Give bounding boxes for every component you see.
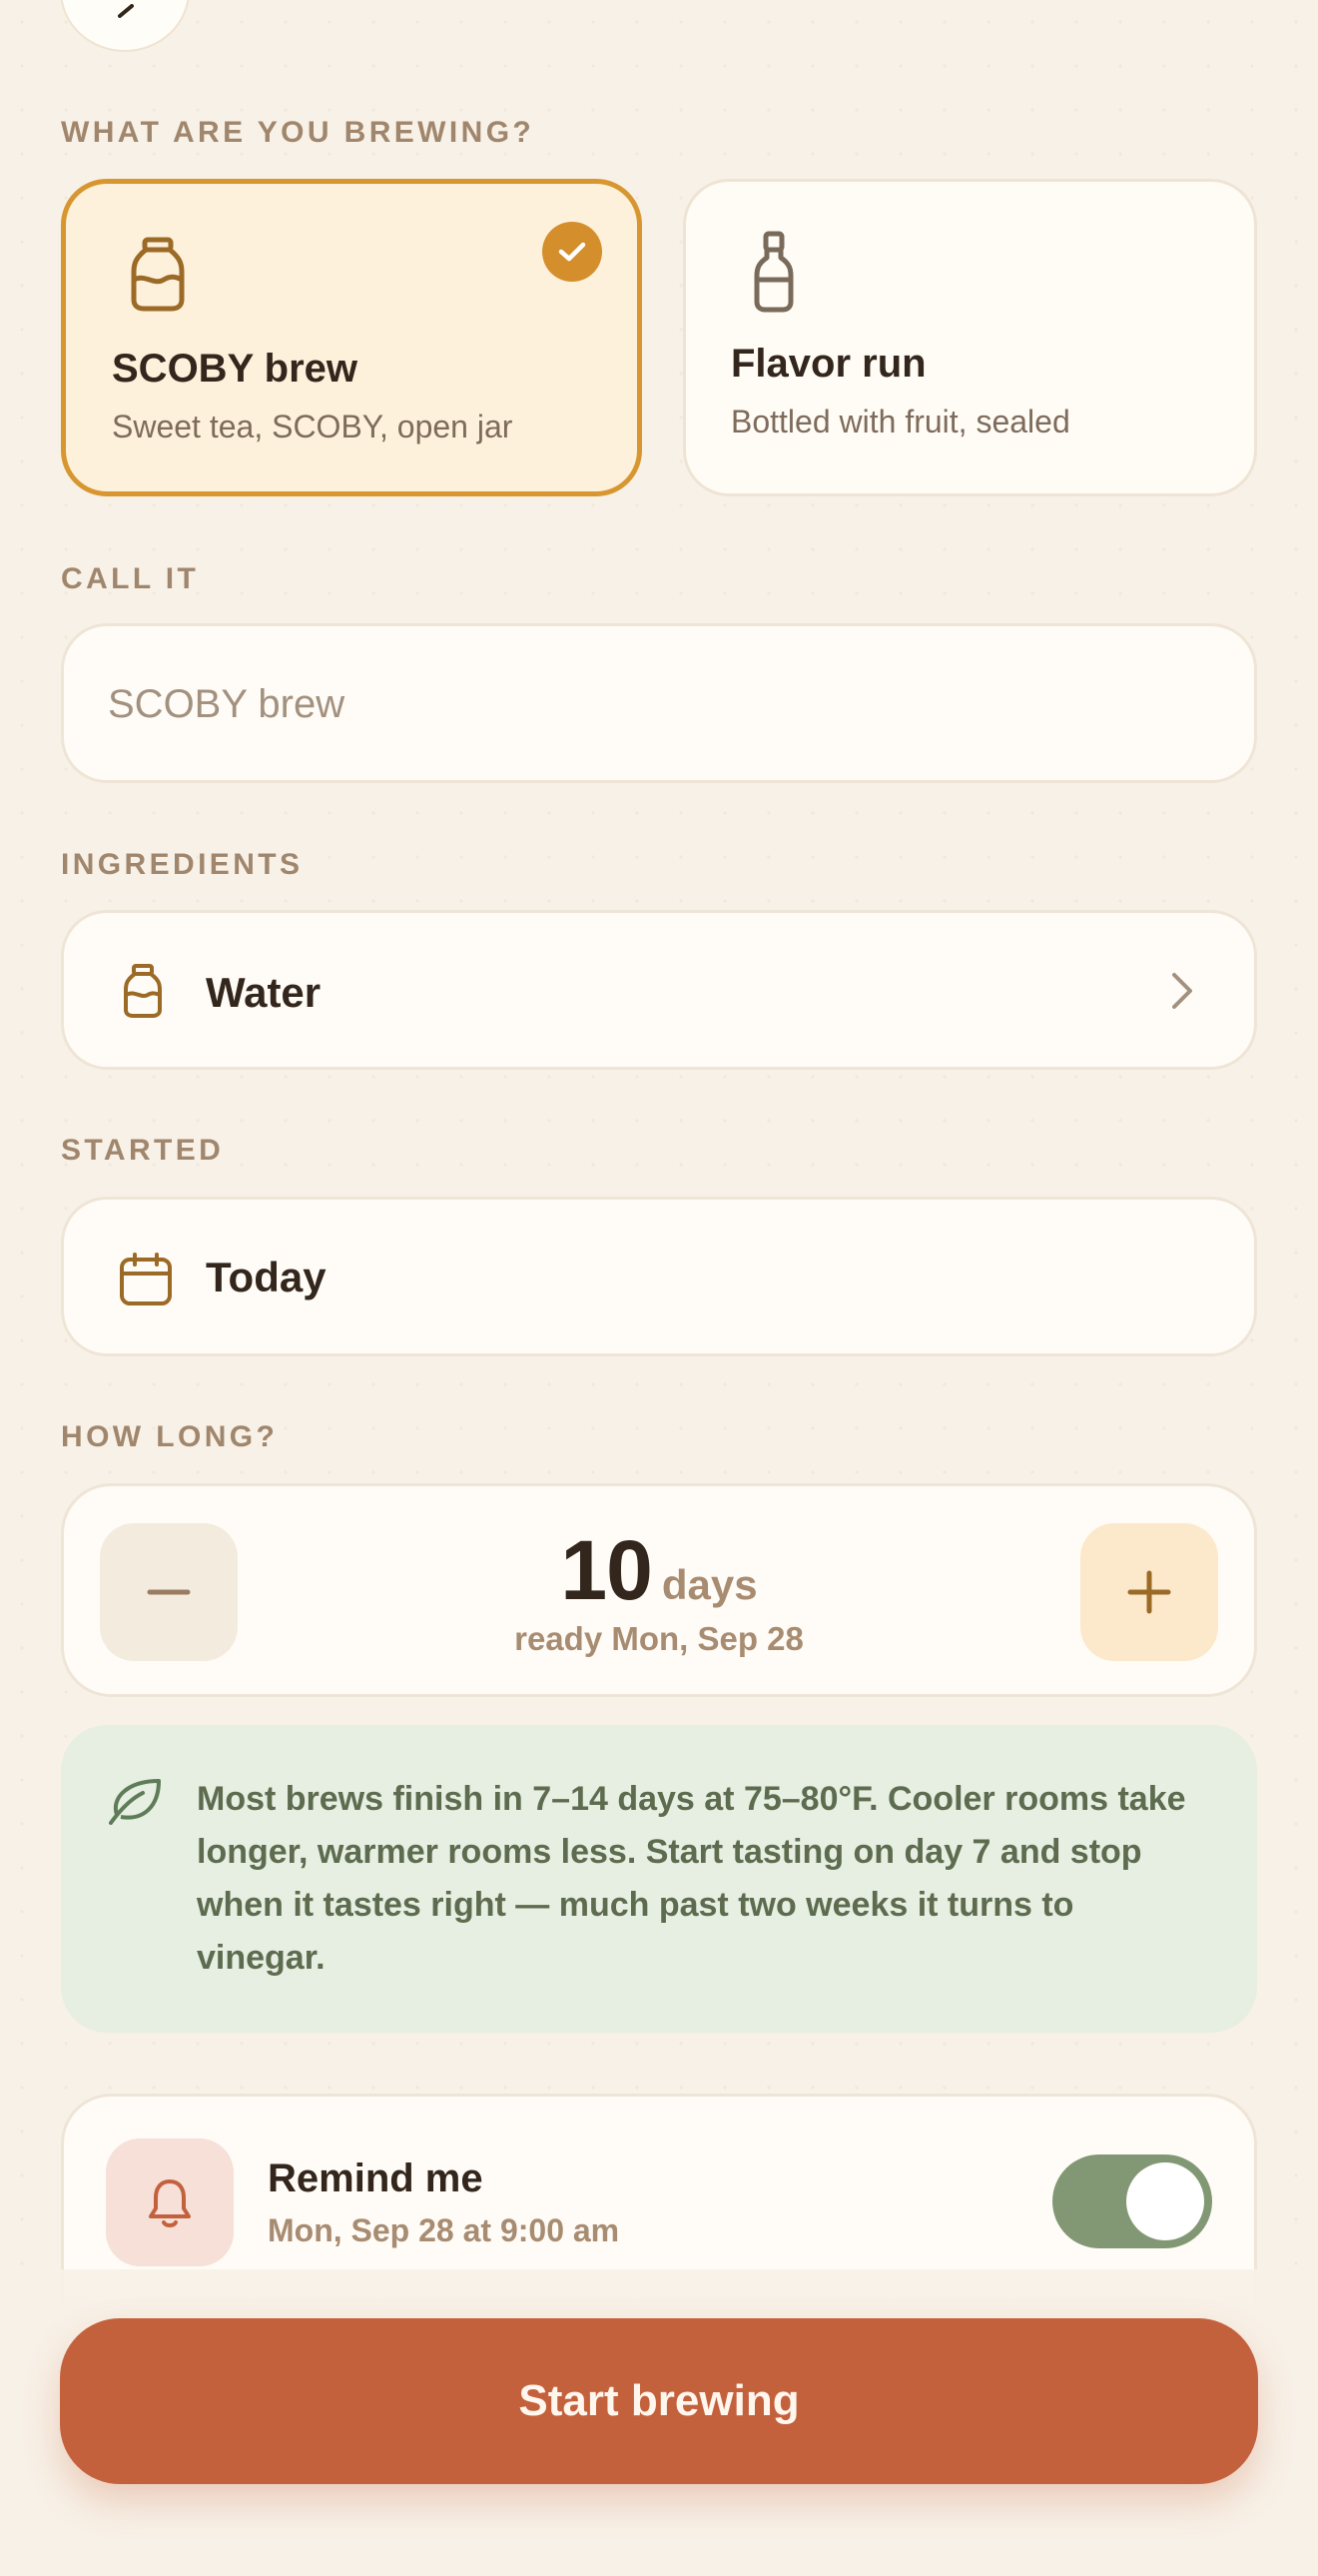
calendar-icon [118,1252,174,1312]
increase-days-button[interactable] [1080,1523,1218,1661]
started-label: STARTED [61,1134,225,1167]
duration-number: 10 [560,1523,652,1617]
start-brewing-button[interactable]: Start brewing [60,2318,1258,2484]
ingredients-value: Water [206,969,322,1016]
duration-label: HOW LONG? [61,1420,279,1453]
jar-icon [128,236,188,317]
reminder-title: Remind me [268,2156,483,2200]
new-brew-screen: WHAT ARE YOU BREWING? SCOBY brew Sweet t… [0,0,1318,2576]
leaf-icon [107,1775,163,1830]
ingredients-row[interactable]: Water [61,910,1257,1070]
tip-text: Most brews finish in 7–14 days at 75–80°… [197,1780,1186,1977]
brew-name-placeholder: SCOBY brew [108,682,345,726]
brew-type-label: WHAT ARE YOU BREWING? [61,116,535,149]
reminder-toggle[interactable] [1052,2154,1212,2248]
ingredients-label: INGREDIENTS [61,848,304,881]
duration-stepper: 10 days ready Mon, Sep 28 [61,1483,1257,1697]
brew-type-card-scoby[interactable]: SCOBY brew Sweet tea, SCOBY, open jar [61,179,642,496]
ready-date: ready Mon, Sep 28 [514,1620,804,1657]
brew-type-title: SCOBY brew [112,347,357,391]
brew-type-subtitle: Sweet tea, SCOBY, open jar [112,409,513,444]
brew-type-card-flavor[interactable]: Flavor run Bottled with fruit, sealed [683,179,1257,496]
duration-value: 10 days [64,1522,1254,1619]
plus-icon [1127,1570,1171,1614]
name-label: CALL IT [61,562,200,595]
start-date-value: Today [206,1254,327,1300]
brew-type-title: Flavor run [731,342,927,386]
start-date-row[interactable]: Today [61,1197,1257,1356]
brewing-tip: Most brews finish in 7–14 days at 75–80°… [61,1725,1257,2033]
chevron-left-icon [118,4,134,18]
back-button[interactable] [60,0,190,52]
reminder-time: Mon, Sep 28 at 9:00 am [268,2212,620,2248]
selected-check-icon [542,222,602,282]
bell-icon [106,2139,234,2266]
chevron-right-icon [1170,971,1194,1016]
jar-icon [122,963,164,1024]
brew-name-input[interactable]: SCOBY brew [61,623,1257,783]
brew-type-subtitle: Bottled with fruit, sealed [731,404,1070,439]
duration-unit: days [661,1561,758,1608]
bottle-icon [752,230,796,319]
toggle-knob [1126,2162,1204,2240]
